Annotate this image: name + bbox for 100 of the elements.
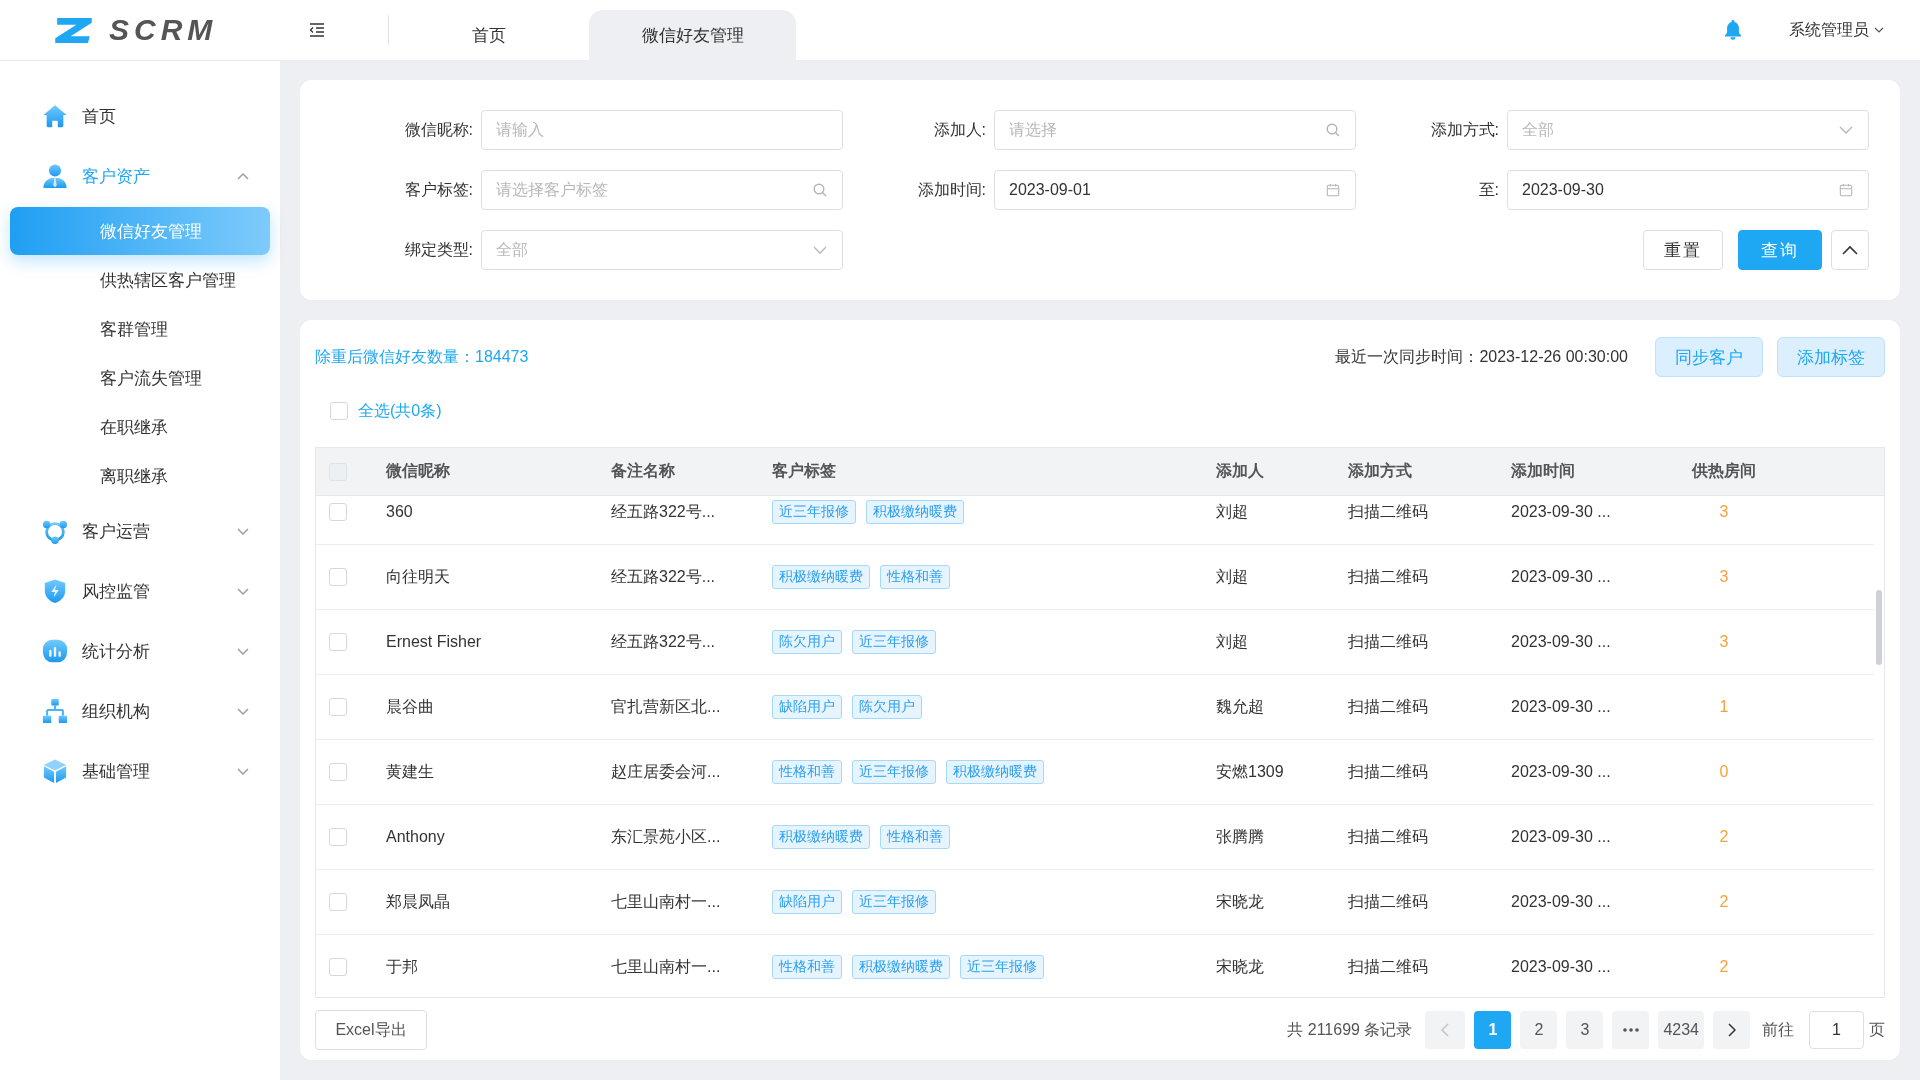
nav-subitem[interactable]: 客户流失管理 bbox=[10, 354, 270, 402]
chevron-up-icon bbox=[1842, 245, 1858, 255]
table-cell-text: 扫描二维码 bbox=[1348, 501, 1428, 522]
calendar-icon bbox=[1839, 183, 1853, 197]
table-cell: 0 bbox=[1719, 763, 1729, 781]
checkbox[interactable] bbox=[329, 633, 347, 651]
text-field[interactable]: 请输入 bbox=[481, 110, 843, 150]
more-pages-button[interactable] bbox=[1612, 1011, 1650, 1049]
bell-icon[interactable] bbox=[1724, 20, 1742, 40]
table-cell: Anthony bbox=[386, 828, 445, 846]
table-cell-text: 宋晓龙 bbox=[1216, 956, 1264, 977]
chevron-right-icon bbox=[1727, 1023, 1736, 1037]
date-field[interactable]: 2023-09-30 bbox=[1507, 170, 1869, 210]
table-cell-text: 经五路322号... bbox=[611, 631, 716, 652]
nav-subitem[interactable]: 离职继承 bbox=[10, 452, 270, 500]
nav-subitem[interactable]: 客群管理 bbox=[10, 305, 270, 353]
customer-tag: 缺陷用户 bbox=[772, 695, 842, 719]
customer-tag: 近三年报修 bbox=[852, 630, 936, 654]
customer-tag: 性格和善 bbox=[772, 760, 842, 784]
checkbox[interactable] bbox=[329, 828, 347, 846]
hierarchy-icon bbox=[42, 698, 68, 724]
checkbox[interactable] bbox=[329, 763, 347, 781]
ellipsis-icon bbox=[1622, 1028, 1639, 1032]
table-cell: 1 bbox=[1719, 698, 1729, 716]
customer-tag: 积极缴纳暖费 bbox=[772, 825, 870, 849]
next-page-button[interactable] bbox=[1713, 1011, 1750, 1049]
goto-suffix: 页 bbox=[1869, 1019, 1885, 1040]
table-cell: 3 bbox=[1719, 568, 1729, 586]
checkbox[interactable] bbox=[329, 698, 347, 716]
customer-tag: 近三年报修 bbox=[852, 890, 936, 914]
field-label: 绑定类型: bbox=[403, 239, 473, 260]
menu-collapse-button[interactable] bbox=[308, 22, 326, 38]
nav-item[interactable]: 组织机构 bbox=[0, 681, 280, 741]
user-menu[interactable]: 系统管理员 bbox=[1789, 19, 1884, 41]
checkbox[interactable] bbox=[329, 958, 347, 976]
date-field[interactable]: 2023-09-01 bbox=[994, 170, 1356, 210]
scrollbar-thumb[interactable] bbox=[1876, 590, 1882, 665]
export-button[interactable]: Excel导出 bbox=[315, 1010, 427, 1050]
customer-tag: 近三年报修 bbox=[772, 500, 856, 524]
table-cell-text: 七里山南村一... bbox=[611, 956, 721, 977]
checkbox[interactable] bbox=[329, 503, 347, 521]
logo-icon bbox=[55, 17, 92, 43]
nav-item[interactable]: 首页 bbox=[0, 86, 280, 146]
customer-tag: 近三年报修 bbox=[960, 955, 1044, 979]
search-icon bbox=[1326, 123, 1340, 137]
select-field[interactable]: 全部 bbox=[481, 230, 843, 270]
tab[interactable]: 微信好友管理 bbox=[589, 10, 796, 60]
user-icon bbox=[42, 163, 68, 189]
customer-tag: 近三年报修 bbox=[852, 760, 936, 784]
column-header: 添加人 bbox=[1216, 461, 1264, 481]
checkbox[interactable] bbox=[329, 568, 347, 586]
customer-tag: 积极缴纳暖费 bbox=[772, 565, 870, 589]
table-cell-text: 七里山南村一... bbox=[611, 891, 721, 912]
tab[interactable]: 首页 bbox=[389, 10, 589, 60]
table-cell: 360 bbox=[386, 503, 413, 521]
nav-item[interactable]: 风控监管 bbox=[0, 561, 280, 621]
table-cell-text: 魏允超 bbox=[1216, 696, 1264, 717]
customer-tag: 性格和善 bbox=[880, 565, 950, 589]
reset-button[interactable]: 重置 bbox=[1643, 230, 1723, 270]
collapse-filters-button[interactable] bbox=[1831, 230, 1869, 270]
logo-text: SCRM bbox=[109, 15, 218, 45]
field-label: 添加人: bbox=[932, 119, 986, 140]
column-header: 备注名称 bbox=[611, 461, 675, 481]
checkbox[interactable] bbox=[329, 893, 347, 911]
nav-item[interactable]: 统计分析 bbox=[0, 621, 280, 681]
customer-tag: 陈欠用户 bbox=[772, 630, 842, 654]
column-header: 客户标签 bbox=[772, 461, 836, 481]
table-cell-text: 经五路322号... bbox=[611, 566, 716, 587]
column-header: 供热房间 bbox=[1692, 461, 1756, 481]
field-label: 添加方式: bbox=[1429, 119, 1499, 140]
nav-item[interactable]: 基础管理 bbox=[0, 741, 280, 801]
table-cell: 2 bbox=[1719, 893, 1729, 911]
search-field[interactable]: 请选择 bbox=[994, 110, 1356, 150]
customer-tag: 陈欠用户 bbox=[852, 695, 922, 719]
table-cell-text: 扫描二维码 bbox=[1348, 891, 1428, 912]
shield-bolt-icon bbox=[42, 578, 68, 604]
column-header: 微信昵称 bbox=[386, 461, 450, 481]
table-cell: 2023-09-30 ... bbox=[1511, 698, 1611, 716]
calendar-icon bbox=[1326, 183, 1340, 197]
page-button[interactable]: 4234 bbox=[1658, 1011, 1704, 1049]
page-button[interactable]: 3 bbox=[1566, 1011, 1604, 1049]
search-field[interactable]: 请选择客户标签 bbox=[481, 170, 843, 210]
goto-label: 前往 bbox=[1762, 1019, 1794, 1040]
chevron-left-icon bbox=[1441, 1023, 1450, 1037]
count-label: 除重后微信好友数量： bbox=[315, 346, 475, 367]
checkbox[interactable] bbox=[330, 402, 348, 420]
table-cell-text: 晨谷曲 bbox=[386, 696, 434, 717]
page-button[interactable]: 2 bbox=[1520, 1011, 1558, 1049]
table-cell: 2 bbox=[1719, 828, 1729, 846]
page-input[interactable]: 1 bbox=[1809, 1011, 1864, 1049]
nav-subitem[interactable]: 在职继承 bbox=[10, 403, 270, 451]
bar-chart-icon bbox=[42, 638, 68, 664]
table-cell-text: 东汇景苑小区... bbox=[611, 826, 721, 847]
nav-item[interactable]: 客户运营 bbox=[0, 501, 280, 561]
count-value: 184473 bbox=[475, 348, 529, 366]
nav-subitem[interactable]: 供热辖区客户管理 bbox=[10, 256, 270, 304]
customer-tag: 缺陷用户 bbox=[772, 890, 842, 914]
table-cell: 2023-09-30 ... bbox=[1511, 503, 1611, 521]
select-field[interactable]: 全部 bbox=[1507, 110, 1869, 150]
customer-tag: 积极缴纳暖费 bbox=[946, 760, 1044, 784]
